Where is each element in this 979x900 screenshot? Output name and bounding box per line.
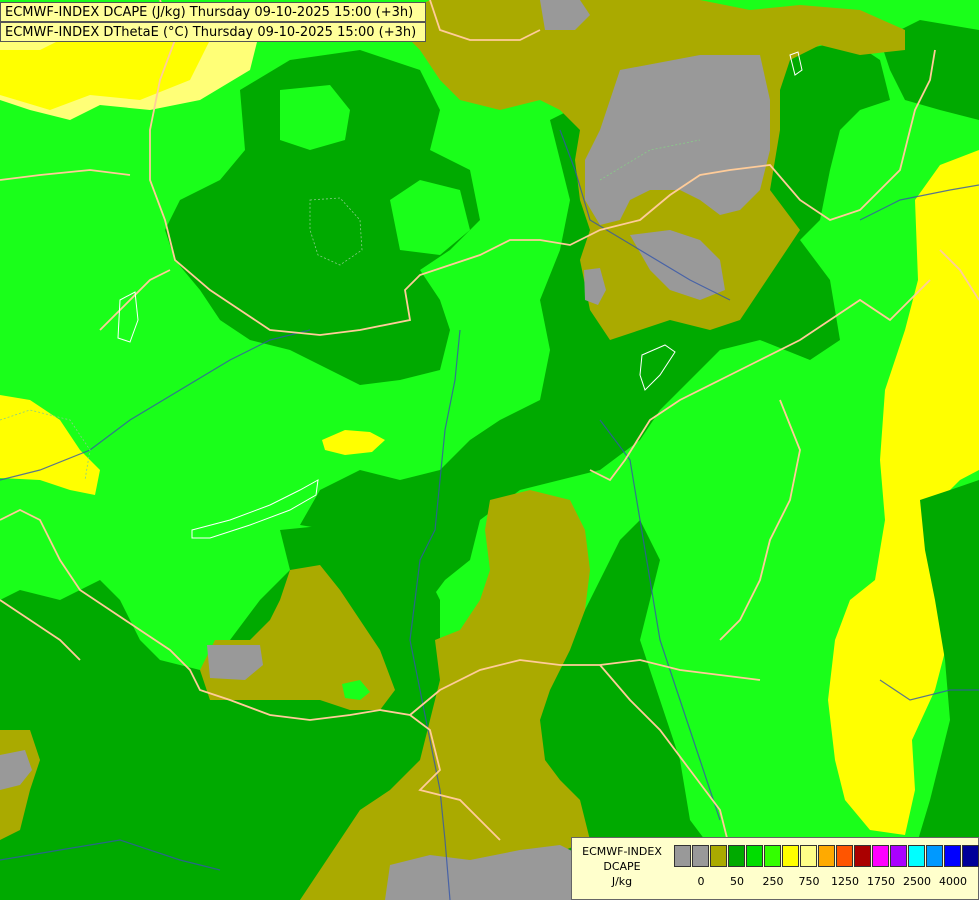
legend-tick-label: 4000 <box>939 875 967 888</box>
legend-tick-label: 750 <box>798 875 820 888</box>
legend-swatch <box>800 845 817 867</box>
legend-variable: DCAPE <box>603 860 641 873</box>
legend-swatch <box>674 845 691 867</box>
legend-model: ECMWF-INDEX <box>582 845 662 858</box>
legend-swatch <box>926 845 943 867</box>
dcape-map <box>0 0 979 900</box>
legend-swatch <box>890 845 907 867</box>
legend-swatch <box>854 845 871 867</box>
legend-swatch <box>764 845 781 867</box>
legend-swatch <box>728 845 745 867</box>
legend-swatch <box>836 845 853 867</box>
map-title-line-1: ECMWF-INDEX DCAPE (J/kg) Thursday 09-10-… <box>0 2 426 22</box>
legend-swatch <box>782 845 799 867</box>
legend-tick-label: 2500 <box>903 875 931 888</box>
color-legend: ECMWF-INDEX DCAPE J/kg 0 50 250 750 1250 1750… <box>571 837 979 900</box>
legend-swatch <box>872 845 889 867</box>
legend-caption: ECMWF-INDEX DCAPE J/kg <box>572 844 672 889</box>
legend-swatch <box>692 845 709 867</box>
legend-tick-label: 0 <box>697 875 705 888</box>
legend-tick-label: 1750 <box>867 875 895 888</box>
legend-swatches <box>674 845 979 867</box>
legend-swatch <box>710 845 727 867</box>
map-title-line-2: ECMWF-INDEX DThetaE (°C) Thursday 09-10-… <box>0 22 426 42</box>
legend-tick-label: 1250 <box>831 875 859 888</box>
legend-swatch <box>944 845 961 867</box>
legend-tick-label: 50 <box>730 875 744 888</box>
legend-swatch <box>818 845 835 867</box>
legend-ticks: 0 50 250 750 1250 1750 2500 4000 <box>674 875 974 889</box>
legend-tick-label: 250 <box>762 875 784 888</box>
legend-swatch <box>746 845 763 867</box>
legend-swatch <box>908 845 925 867</box>
legend-swatch <box>962 845 979 867</box>
legend-unit: J/kg <box>611 875 633 888</box>
